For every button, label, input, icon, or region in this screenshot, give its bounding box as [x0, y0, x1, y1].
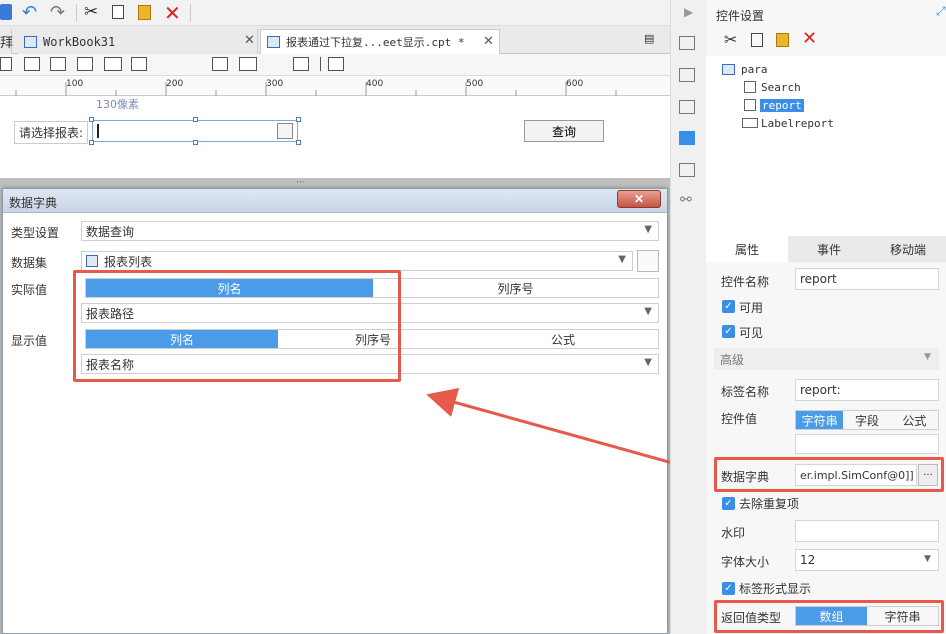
visible-checkbox[interactable]: ✓ — [722, 325, 735, 338]
name-value: report — [800, 272, 837, 286]
tag-input[interactable]: report: — [795, 379, 939, 401]
tagform-checkbox[interactable]: ✓ — [722, 582, 735, 595]
name-input[interactable]: report — [795, 268, 939, 290]
frame-icon[interactable] — [679, 100, 695, 114]
property-tabs: 属性 事件 移动端 — [706, 236, 946, 262]
tree-item-labelreport[interactable]: Labelreport — [761, 117, 834, 130]
visible-label: 可见 — [739, 326, 764, 340]
advanced-label: 高级 — [720, 353, 745, 367]
search-icon — [744, 81, 756, 93]
collapse-icon[interactable]: ▶ — [684, 5, 693, 19]
chevron-down-icon: ▼ — [924, 352, 931, 362]
watermark-input[interactable] — [795, 520, 939, 542]
advanced-section[interactable]: 高级 ▼ — [714, 348, 939, 370]
highlight-box — [714, 457, 944, 492]
watermark-label: 水印 — [721, 526, 746, 540]
panel-title: 控件设置 — [716, 9, 765, 23]
delete-icon[interactable]: ✕ — [802, 28, 817, 49]
value-input[interactable] — [795, 434, 939, 454]
tagform-label: 标签形式显示 — [739, 582, 812, 596]
label-widget-icon — [742, 118, 758, 128]
cut-icon[interactable]: ✂ — [724, 30, 737, 49]
combo-widget-icon — [744, 99, 756, 111]
tab-properties[interactable]: 属性 — [706, 236, 788, 262]
dedup-checkbox[interactable]: ✓ — [722, 497, 735, 510]
tab-field[interactable]: 字段 — [843, 411, 890, 429]
fontsize-select[interactable]: 12 ▼ — [795, 549, 939, 571]
side-icon-strip: ▶ ⚯ — [670, 0, 706, 634]
paste-icon[interactable] — [776, 33, 789, 47]
widget-settings-panel: 控件设置 ⤢ ✂ ✕ para Search report Labelrepor… — [706, 0, 946, 634]
enabled-checkbox[interactable]: ✓ — [722, 300, 735, 313]
link-icon[interactable]: ⚯ — [680, 192, 692, 208]
widget-tree: para Search report Labelreport — [706, 56, 946, 236]
highlight-box — [714, 600, 944, 633]
enabled-label: 可用 — [739, 301, 764, 315]
chevron-down-icon: ▼ — [924, 554, 931, 564]
fontsize-value: 12 — [800, 553, 816, 567]
tree-item-search[interactable]: Search — [761, 81, 801, 94]
value-label: 控件值 — [721, 412, 758, 426]
expand-icon[interactable]: ⤢ — [936, 4, 946, 19]
tree-item-report[interactable]: report — [760, 99, 804, 112]
tree-root[interactable]: para — [741, 63, 768, 76]
value-type-tabs[interactable]: 字符串 字段 公式 — [795, 410, 939, 430]
dedup-label: 去除重复项 — [739, 497, 800, 511]
widget-lib-icon[interactable] — [679, 68, 695, 82]
tag-label: 标签名称 — [721, 385, 770, 399]
tab-mobile[interactable]: 移动端 — [870, 236, 946, 262]
form-icon — [722, 64, 735, 75]
tab-string[interactable]: 字符串 — [796, 411, 844, 429]
name-label: 控件名称 — [721, 275, 770, 289]
tab-formula[interactable]: 公式 — [891, 411, 938, 429]
tab-events[interactable]: 事件 — [788, 236, 870, 262]
component-icon[interactable] — [679, 163, 695, 177]
tag-value: report: — [800, 383, 841, 397]
copy-icon[interactable] — [751, 33, 763, 47]
layout-icon[interactable] — [679, 36, 695, 50]
widget-settings-icon[interactable] — [679, 131, 695, 145]
fontsize-label: 字体大小 — [721, 555, 770, 569]
